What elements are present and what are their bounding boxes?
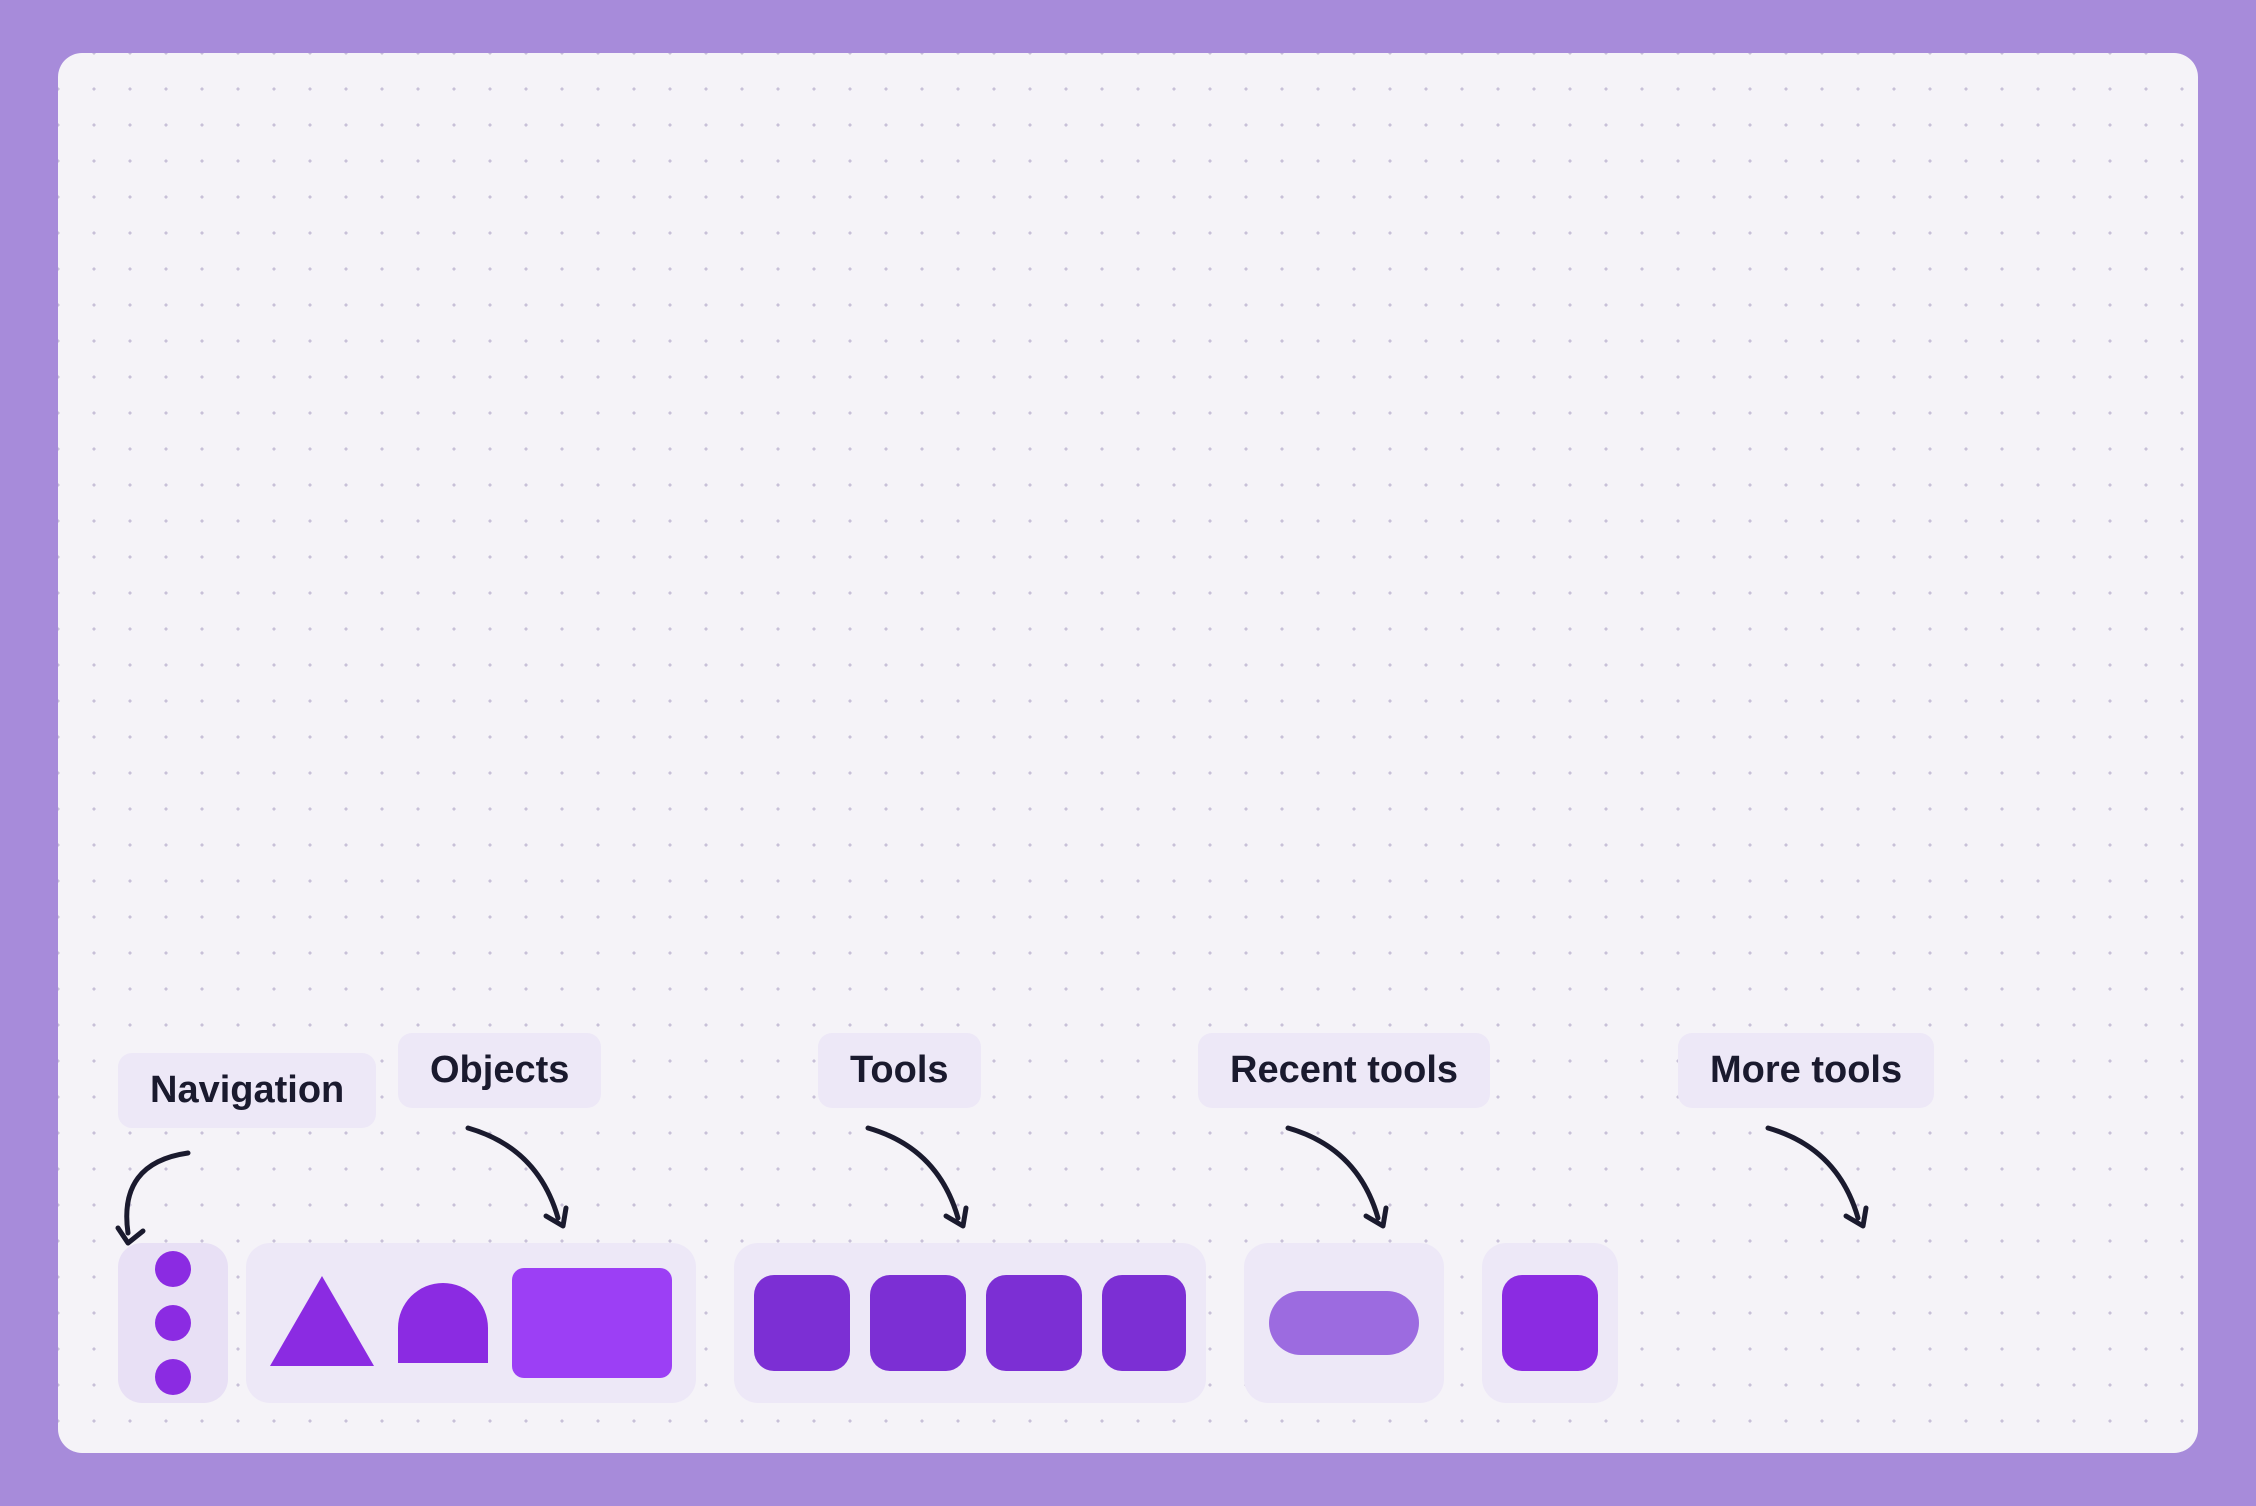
objects-label-group: Objects: [398, 1033, 601, 1108]
tools-label: Tools: [818, 1033, 981, 1108]
more-tools-arrow: [1758, 1118, 1888, 1238]
nav-dot-1: [155, 1251, 191, 1287]
tool-square-3: [986, 1275, 1082, 1371]
canvas: Navigation Objects Tools Recent: [58, 53, 2198, 1453]
objects-arrow: [458, 1118, 588, 1238]
toolbar-sections: [118, 1243, 2138, 1403]
navigation-label-group: Navigation: [118, 1053, 376, 1128]
more-square-shape: [1502, 1275, 1598, 1371]
recent-pill-shape: [1269, 1291, 1419, 1355]
tool-square-4: [1102, 1275, 1186, 1371]
more-tools-label-group: More tools: [1678, 1033, 1934, 1108]
recent-tools-label-group: Recent tools: [1198, 1033, 1490, 1108]
nav-dots: [155, 1251, 191, 1395]
rectangle-shape: [512, 1268, 672, 1378]
labels-container: Navigation Objects Tools Recent: [118, 1013, 2138, 1213]
arch-shape: [398, 1283, 488, 1363]
tool-square-2: [870, 1275, 966, 1371]
nav-dot-3: [155, 1359, 191, 1395]
more-tools-section[interactable]: [1482, 1243, 1618, 1403]
objects-section[interactable]: [246, 1243, 696, 1403]
triangle-shape: [270, 1276, 374, 1366]
tool-square-1: [754, 1275, 850, 1371]
tools-arrow: [858, 1118, 988, 1238]
tools-label-group: Tools: [818, 1033, 981, 1108]
recent-tools-arrow: [1278, 1118, 1408, 1238]
recent-tools-label: Recent tools: [1198, 1033, 1490, 1108]
navigation-label: Navigation: [118, 1053, 376, 1128]
navigation-section[interactable]: [118, 1243, 228, 1403]
objects-label: Objects: [398, 1033, 601, 1108]
nav-dot-2: [155, 1305, 191, 1341]
tools-section[interactable]: [734, 1243, 1206, 1403]
more-tools-label: More tools: [1678, 1033, 1934, 1108]
recent-tools-section[interactable]: [1244, 1243, 1444, 1403]
